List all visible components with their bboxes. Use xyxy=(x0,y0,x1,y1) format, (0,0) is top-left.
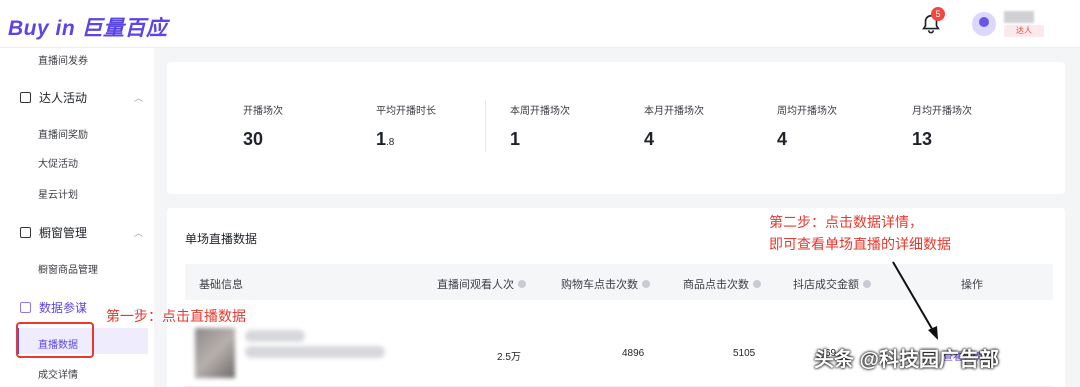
stat-label: 平均开播时长 xyxy=(376,106,436,117)
annotation-highlight-box xyxy=(16,322,94,358)
divider xyxy=(485,100,486,152)
stat-value: 1.8 xyxy=(376,129,395,149)
column-header: 购物车点击次数 xyxy=(561,276,650,292)
sidebar-group-data[interactable]: 数据参谋 xyxy=(20,299,87,316)
stat-month-sessions: 本月开播场次 4 xyxy=(644,102,704,150)
sidebar-group-label: 达人活动 xyxy=(39,91,88,105)
cell-viewers: 2.5万 xyxy=(497,352,521,363)
stat-label: 本周开播场次 xyxy=(510,106,570,117)
column-header: 抖店成交金额 xyxy=(793,276,871,292)
column-header: 直播间观看人次 xyxy=(437,276,526,292)
sidebar-item-promo[interactable]: 大促活动 xyxy=(38,155,78,170)
user-role-tag: 达人 xyxy=(1004,25,1044,37)
stat-label: 本月开播场次 xyxy=(644,106,704,117)
stat-weekly-avg: 周均开播场次 4 xyxy=(777,102,837,150)
column-header: 基础信息 xyxy=(199,279,243,291)
sidebar-item-deal-detail[interactable]: 成交详情 xyxy=(38,366,78,381)
sidebar-group-label: 数据参谋 xyxy=(39,301,88,315)
calendar-icon xyxy=(20,92,31,103)
stat-monthly-avg: 月均开播场次 13 xyxy=(912,102,972,150)
column-header: 操作 xyxy=(961,279,983,291)
stat-value: 30 xyxy=(243,129,264,149)
live-cover-thumbnail[interactable] xyxy=(195,328,235,378)
username-blurred[interactable] xyxy=(1004,11,1034,23)
sidebar-group-label: 橱窗管理 xyxy=(39,226,88,240)
stat-label: 开播场次 xyxy=(243,106,283,117)
help-icon[interactable] xyxy=(518,280,526,288)
annotation-step2-line1: 第二步：点击数据详情， xyxy=(769,214,923,230)
stat-value: 13 xyxy=(912,129,933,149)
app-logo[interactable]: Buy in 巨量百应 xyxy=(8,12,168,42)
sidebar-item-live-reward[interactable]: 直播间奖励 xyxy=(38,126,88,141)
chart-icon xyxy=(20,302,31,313)
notification-badge: 5 xyxy=(931,7,945,21)
chevron-up-icon[interactable]: ︿ xyxy=(134,91,143,104)
chevron-up-icon[interactable]: ︿ xyxy=(134,226,143,239)
sidebar-group-window[interactable]: 橱窗管理 xyxy=(20,224,87,241)
stat-total-sessions: 开播场次 30 xyxy=(243,102,283,150)
window-icon xyxy=(20,227,31,238)
top-bar: Buy in 巨量百应 5 达人 xyxy=(0,0,1080,48)
watermark: 头条 @科技园广告部 xyxy=(814,349,1000,371)
help-icon[interactable] xyxy=(863,280,871,288)
stat-value: 4 xyxy=(777,129,788,149)
sidebar-item-live-coupon[interactable]: 直播间发券 xyxy=(38,52,88,67)
stat-label: 月均开播场次 xyxy=(912,106,972,117)
stat-value: 4 xyxy=(644,129,655,149)
cell-product-clicks: 5105 xyxy=(733,348,756,359)
sidebar-group-talent-activity[interactable]: 达人活动 xyxy=(20,89,87,106)
sidebar-item-xingyun[interactable]: 星云计划 xyxy=(38,186,78,201)
stat-value: 1 xyxy=(510,129,521,149)
cell-cart-clicks: 4896 xyxy=(622,348,645,359)
blurred-info xyxy=(245,346,385,358)
summary-stats-card: 开播场次 30 平均开播时长 1.8 本周开播场次 1 本月开播场次 4 周均开… xyxy=(167,62,1065,194)
annotation-step1: 第一步：点击直播数据 xyxy=(106,308,246,324)
help-icon[interactable] xyxy=(642,280,650,288)
stat-label: 周均开播场次 xyxy=(777,106,837,117)
annotation-step2-line2: 即可查看单场直播的详细数据 xyxy=(769,236,951,252)
section-title: 单场直播数据 xyxy=(185,232,258,246)
help-icon[interactable] xyxy=(753,280,761,288)
stat-week-sessions: 本周开播场次 1 xyxy=(510,102,570,150)
avatar[interactable] xyxy=(972,12,996,36)
stat-avg-duration: 平均开播时长 1.8 xyxy=(376,102,436,150)
sidebar-item-window-products[interactable]: 橱窗商品管理 xyxy=(38,261,98,276)
column-header: 商品点击次数 xyxy=(683,276,761,292)
table-header: 基础信息 直播间观看人次 购物车点击次数 商品点击次数 抖店成交金额 操作 xyxy=(185,264,1053,300)
blurred-title xyxy=(245,330,305,342)
